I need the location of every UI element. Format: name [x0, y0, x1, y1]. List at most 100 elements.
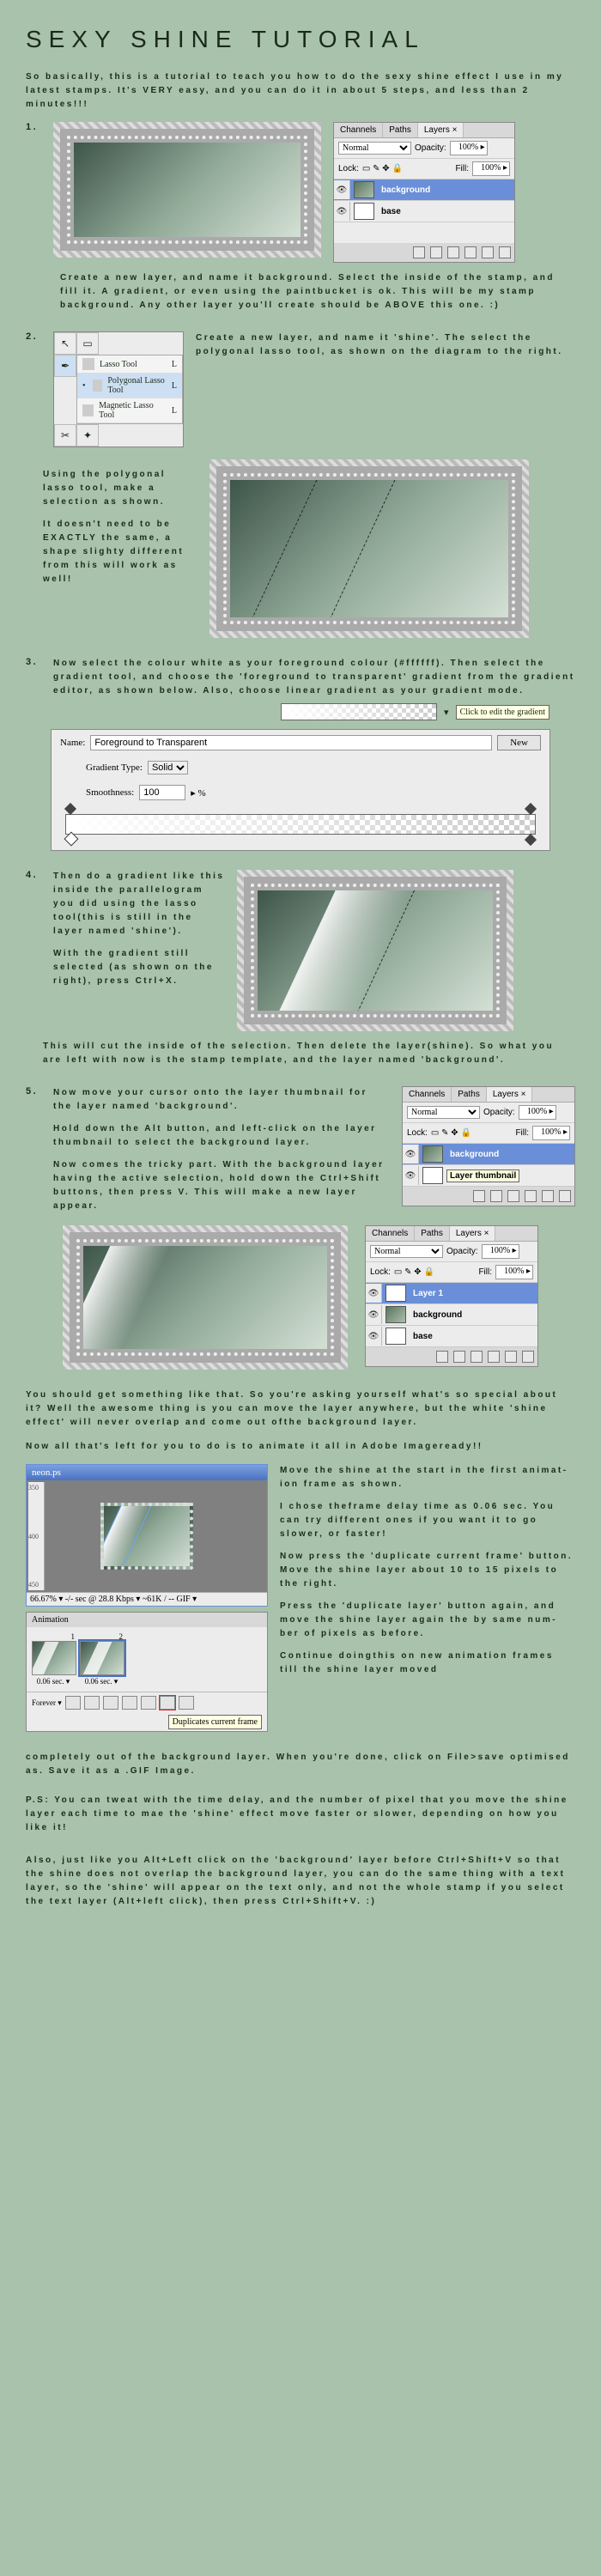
imageready-window: neon.ps 350400450 66.67% ▾ -/- sec @ 28.…	[26, 1464, 268, 1607]
anim-p5: Continue doingthis on new animation fram…	[280, 1649, 575, 1677]
step-1-num: 1.	[26, 122, 41, 132]
step-5-p3: Now comes the tricky part. With the back…	[53, 1158, 390, 1213]
prev-frame-button[interactable]	[84, 1696, 100, 1710]
smoothness-input[interactable]	[139, 785, 185, 800]
animation-panel: Animation 10.06 sec. ▾ 20.06 sec. ▾ Fore…	[26, 1612, 268, 1732]
visibility-icon[interactable]: 👁	[334, 180, 350, 199]
new-gradient-button[interactable]: New	[497, 735, 541, 750]
step-4-p2: With the gradient still selected (as sho…	[53, 947, 225, 988]
animation-tab[interactable]: Animation	[27, 1613, 267, 1627]
lock-label: Lock:	[338, 164, 359, 173]
tab-paths[interactable]: Paths	[383, 123, 418, 137]
after5-p2: Now all that's left for you to do is to …	[26, 1440, 575, 1454]
opt-polygonal-lasso[interactable]: •Polygonal Lasso ToolL	[77, 374, 182, 398]
play-button[interactable]	[103, 1696, 118, 1710]
visibility-icon[interactable]: 👁	[334, 202, 350, 221]
tool-crop-icon[interactable]: ✂	[54, 424, 76, 447]
tab-channels[interactable]: Channels	[334, 123, 383, 137]
opt-magnetic-lasso[interactable]: Magnetic Lasso ToolL	[77, 398, 182, 423]
fill-label: Fill:	[455, 164, 469, 173]
tool-wand-icon[interactable]: ✦	[76, 424, 99, 447]
tab-channels[interactable]: Channels	[403, 1087, 452, 1102]
layer-background[interactable]: 👁background	[366, 1304, 537, 1326]
opt-lasso[interactable]: Lasso ToolL	[77, 355, 182, 374]
step-5-num: 5.	[26, 1086, 41, 1097]
tab-paths[interactable]: Paths	[452, 1087, 487, 1102]
pct-label: ▸ %	[191, 787, 205, 799]
tool-move-icon[interactable]: ↖	[54, 332, 76, 355]
gradient-type-select[interactable]: Solid	[148, 761, 188, 775]
step-4-p1: Then do a gradient like this inside the …	[53, 870, 225, 939]
opacity-label: Opacity:	[415, 143, 446, 153]
polygonal-lasso-icon	[93, 380, 102, 392]
shine-gradient	[258, 890, 416, 1011]
layer-1[interactable]: 👁Layer 1	[366, 1283, 537, 1304]
step-4-p3: This will cut the inside of the selectio…	[43, 1040, 575, 1067]
gradient-picker[interactable]	[281, 703, 437, 720]
next-frame-button[interactable]	[122, 1696, 137, 1710]
tail-3: Also, just like you Alt+Left click on th…	[26, 1854, 575, 1909]
stamp-preview-5	[63, 1225, 348, 1370]
layer-background[interactable]: 👁 background	[334, 179, 514, 201]
after5-p1: You should get something like that. So y…	[26, 1388, 575, 1430]
layer-base[interactable]: 👁base	[366, 1326, 537, 1347]
magnetic-lasso-icon	[82, 404, 94, 416]
gradient-editor: Name: New Gradient Type: Solid Smoothnes…	[51, 729, 550, 851]
color-stop-left[interactable]	[64, 832, 79, 847]
layer-base[interactable]: 👁 base	[334, 201, 514, 222]
step-2-right: Create a new layer, and name it 'shine'.…	[196, 331, 575, 359]
lock-icon[interactable]: ▭ ✎ ✥ 🔒	[362, 164, 403, 173]
anim-p2: I chose theframe delay time as 0.06 sec.…	[280, 1500, 575, 1541]
opacity-stop-left[interactable]	[64, 803, 76, 815]
anim-p1: Move the shine at the start in the first…	[280, 1464, 575, 1492]
stamp-preview-4	[237, 870, 513, 1031]
step-4-num: 4.	[26, 870, 41, 880]
tool-lasso-icon[interactable]: ✒	[54, 355, 76, 377]
tab-layers[interactable]: Layers ×	[487, 1087, 533, 1102]
step-1-text: Create a new layer, and name it backgrou…	[60, 271, 575, 313]
delete-frame-button[interactable]	[179, 1696, 194, 1710]
layers-panel-5b: Channels Paths Layers × Normal Opacity: …	[365, 1225, 538, 1367]
tween-button[interactable]	[141, 1696, 156, 1710]
tools-palette: ↖ ▭ ✒ Lasso ToolL •Polygonal Lasso ToolL…	[53, 331, 184, 447]
step-5-p1: Now move your cursor onto the layer thum…	[53, 1086, 390, 1114]
shine-layer	[83, 1246, 174, 1349]
window-title: neon.ps	[27, 1465, 267, 1480]
opacity-value[interactable]: 100% ▸	[450, 141, 488, 155]
gradient-name-input[interactable]	[90, 735, 492, 750]
step-5-p2: Hold down the Alt button, and left-click…	[53, 1122, 390, 1150]
blend-mode-select[interactable]: Normal	[407, 1106, 480, 1119]
stamp-preview-2	[209, 459, 529, 638]
fill-value[interactable]: 100% ▸	[532, 1126, 570, 1140]
type-label: Gradient Type:	[86, 762, 143, 773]
layer-thumbnail-tip[interactable]: 👁 Layer thumbnail	[403, 1165, 574, 1187]
opacity-stop-right[interactable]	[525, 803, 537, 815]
fill-value[interactable]: 100% ▸	[472, 161, 510, 176]
status-bar: 66.67% ▾ -/- sec @ 28.8 Kbps ▾ ~61K / --…	[27, 1592, 267, 1606]
anim-p3: Now press the 'duplicate current frame' …	[280, 1550, 575, 1591]
anim-frame-1[interactable]: 10.06 sec. ▾	[32, 1632, 75, 1686]
page-title: SEXY SHINE TUTORIAL	[26, 26, 575, 53]
opacity-value[interactable]: 100% ▸	[519, 1105, 556, 1120]
tool-marquee-icon[interactable]: ▭	[76, 332, 99, 355]
blend-mode-select[interactable]: Normal	[338, 142, 411, 155]
step-2-left2: It doesn't need to be EXACTLY the same, …	[43, 518, 197, 586]
gradient-tooltip: Click to edit the gradient	[456, 705, 549, 720]
canvas-preview[interactable]	[100, 1503, 193, 1570]
lasso-selection	[230, 480, 399, 617]
step-3-num: 3.	[26, 657, 41, 667]
layers-actions[interactable]	[334, 243, 514, 262]
anim-frame-2[interactable]: 20.06 sec. ▾	[80, 1632, 123, 1686]
lasso-icon	[82, 358, 94, 370]
duplicate-tooltip: Duplicates current frame	[168, 1715, 262, 1729]
tab-layers[interactable]: Layers ×	[418, 123, 464, 137]
color-stop-right[interactable]	[525, 834, 537, 846]
gradient-bar[interactable]	[65, 814, 536, 835]
duplicate-frame-button[interactable]	[160, 1696, 175, 1710]
layers-panel-5a: Channels Paths Layers × Normal Opacity: …	[402, 1086, 575, 1206]
step-2-left1: Using the polygonal lasso tool, make a s…	[43, 468, 197, 509]
layer-background[interactable]: 👁background	[403, 1144, 574, 1165]
first-frame-button[interactable]	[65, 1696, 81, 1710]
loop-select[interactable]: Forever ▾	[32, 1698, 62, 1708]
step-3-text: Now select the colour white as your fore…	[53, 657, 575, 698]
